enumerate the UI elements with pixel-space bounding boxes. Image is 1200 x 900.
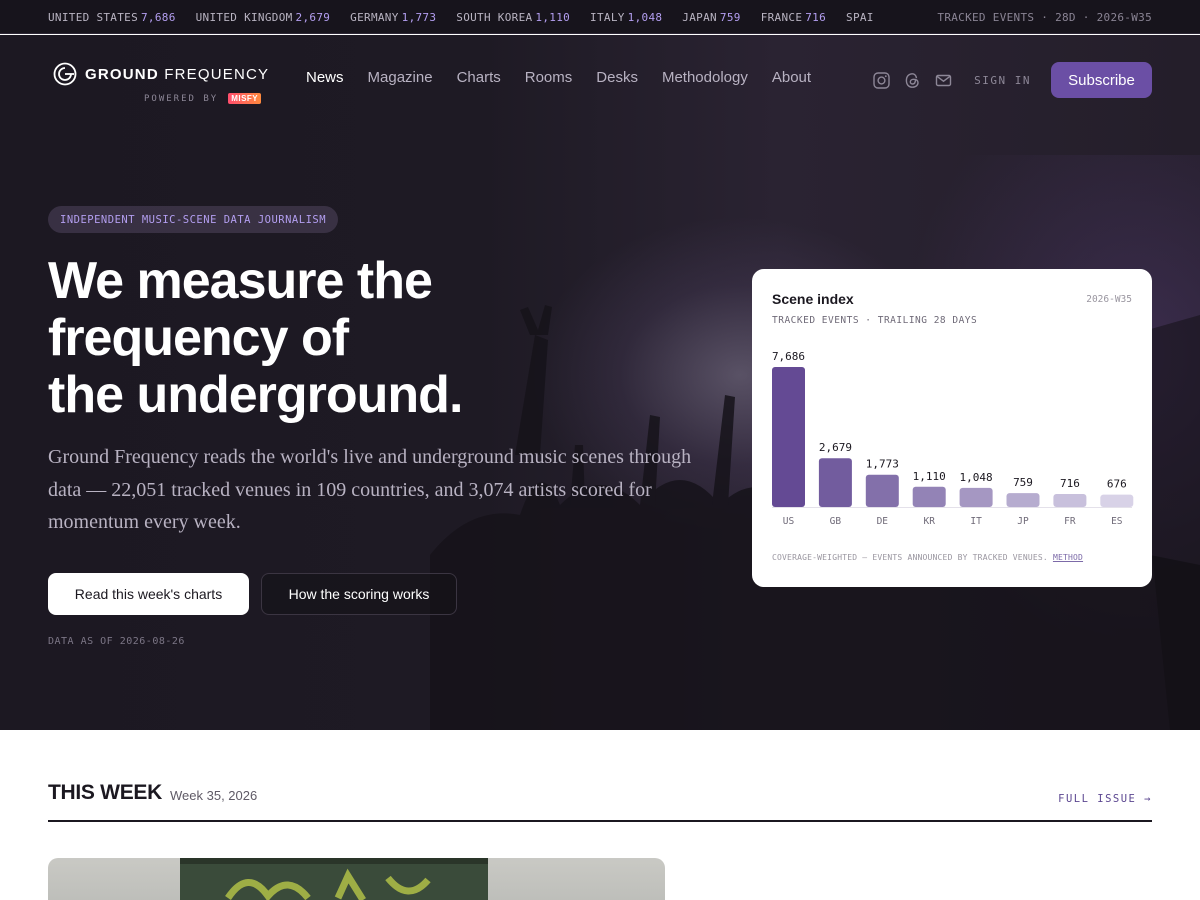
nav-item-about[interactable]: About	[772, 69, 811, 91]
brand-name-light: FREQUENCY	[158, 65, 270, 83]
section-title: THIS WEEK	[48, 781, 162, 804]
powered-by: POWERED BY MISFY	[144, 93, 269, 104]
chart-bar-us[interactable]	[772, 367, 805, 507]
hero-lede: Ground Frequency reads the world's live …	[48, 446, 692, 533]
mail-icon[interactable]	[934, 71, 952, 89]
ticker-bar: UNITED STATES 7,686 UNITED KINGDOM 2,679 GER…	[0, 0, 1200, 34]
chart-bar-kr[interactable]	[912, 486, 946, 507]
brand-name-bold: GROUND	[85, 65, 159, 83]
sign-in-link[interactable]: SIGN IN	[974, 74, 1031, 87]
chart-bar-it[interactable]	[959, 487, 993, 507]
ticker-item: UNITED KINGDOM 2,679	[196, 11, 331, 24]
nav-item-desks[interactable]: Desks	[596, 69, 638, 91]
ticker-value: 1,048	[627, 10, 663, 24]
chart-value-label: 1,110	[913, 470, 946, 483]
ticker-value: 7,686	[141, 10, 176, 24]
chart-value-label: 1,773	[866, 458, 899, 471]
ticker-country: SPAI	[846, 10, 874, 24]
hero-cta-row: Read this week's charts How the scoring …	[48, 573, 457, 615]
card-footnote: COVERAGE-WEIGHTED — EVENTS ANNOUNCED BY …	[772, 553, 1083, 562]
chart-value-label: 716	[1060, 477, 1080, 490]
ticker-meta: TRACKED EVENTS · 28D · 2026-W35	[937, 10, 1152, 24]
hero-section: GROUND FREQUENCY POWERED BY MISFY News M…	[0, 35, 1200, 730]
instagram-icon[interactable]	[872, 71, 890, 89]
ticker-value: 2,679	[295, 10, 331, 24]
chart-bar-gb[interactable]	[818, 458, 852, 507]
scene-index-chart: 7,686 US 2,679 GB 1,773 DE 1,110 KR 1,048 IT 759 JP…	[772, 350, 1134, 527]
chart-category-label: IT	[970, 516, 982, 527]
headline-line: frequency of	[48, 309, 349, 367]
chart-bar-de[interactable]	[865, 474, 899, 507]
threads-icon[interactable]	[903, 71, 921, 89]
nav-item-charts[interactable]: Charts	[457, 69, 501, 91]
headline-line: We measure the	[48, 252, 433, 310]
chart-category-label: GB	[830, 516, 842, 527]
chart-bar-es[interactable]	[1100, 494, 1134, 507]
ticker-country: FRANCE	[760, 10, 803, 24]
nav-item-rooms[interactable]: Rooms	[525, 69, 573, 91]
card-subtitle: TRACKED EVENTS · TRAILING 28 DAYS	[772, 315, 978, 326]
ticker-item: UNITED STATES 7,686	[48, 11, 176, 24]
brand-logo-icon	[53, 62, 77, 86]
ticker-track: UNITED STATES 7,686 UNITED KINGDOM 2,679 GER…	[48, 0, 912, 34]
hero-eyebrow-badge: INDEPENDENT MUSIC-SCENE DATA JOURNALISM	[48, 206, 339, 233]
chart-value-label: 7,686	[772, 350, 805, 363]
chart-category-label: DE	[877, 516, 889, 527]
card-title: Scene index	[772, 291, 854, 307]
chart-value-label: 2,679	[819, 441, 852, 454]
this-week-section: THIS WEEK Week 35, 2026 FULL ISSUE →	[48, 730, 1152, 900]
scene-index-card: Scene index 2026-W35 TRACKED EVENTS · TR…	[752, 269, 1152, 587]
read-charts-button[interactable]: Read this week's charts	[48, 573, 249, 615]
ticker-item: JAPAN 759	[682, 11, 740, 24]
feature-image-graphic	[180, 858, 488, 900]
scoring-method-button[interactable]: How the scoring works	[261, 573, 457, 615]
full-issue-link[interactable]: FULL ISSUE →	[1058, 793, 1152, 805]
ticker-country: SOUTH KOREA	[456, 10, 533, 24]
ticker-item: GERMANY 1,773	[350, 11, 436, 24]
ticker-country: ITALY	[590, 10, 625, 24]
chart-category-label: ES	[1111, 516, 1123, 527]
ticker-item: ITALY 1,048	[590, 11, 662, 24]
partner-badge[interactable]: MISFY	[228, 93, 262, 104]
chart-category-label: FR	[1064, 516, 1076, 527]
nav-item-news[interactable]: News	[306, 69, 344, 91]
method-link[interactable]: METHOD	[1053, 553, 1083, 562]
ticker-value: 759	[719, 10, 741, 24]
card-footnote-text: COVERAGE-WEIGHTED — EVENTS ANNOUNCED BY …	[772, 553, 1048, 562]
data-as-of: DATA AS OF 2026-08-26	[48, 636, 185, 647]
section-divider	[48, 820, 1152, 822]
chart-category-label: JP	[1017, 516, 1029, 527]
ticker-country: UNITED STATES	[48, 10, 138, 24]
headline-line: the underground.	[48, 366, 463, 424]
chart-category-label: KR	[923, 516, 935, 527]
subscribe-button[interactable]: Subscribe	[1051, 62, 1152, 98]
feature-story-image[interactable]	[48, 858, 665, 900]
ticker-item: SOUTH KOREA 1,110	[456, 11, 570, 24]
powered-by-label: POWERED BY	[144, 93, 219, 104]
chart-value-label: 759	[1013, 476, 1033, 489]
ticker-country: GERMANY	[350, 10, 399, 24]
nav-item-magazine[interactable]: Magazine	[368, 69, 433, 91]
ticker-country: JAPAN	[682, 10, 717, 24]
chart-category-label: US	[783, 516, 795, 527]
section-subtitle: Week 35, 2026	[170, 788, 258, 803]
chart-value-label: 676	[1107, 478, 1127, 491]
ticker-country: UNITED KINGDOM	[195, 10, 293, 24]
chart-bar-fr[interactable]	[1053, 493, 1087, 507]
hero-headline: We measure the frequency of the undergro…	[48, 253, 608, 424]
nav-item-methodology[interactable]: Methodology	[662, 69, 748, 91]
ticker-value: 716	[805, 10, 827, 24]
ticker-value: 1,110	[535, 10, 571, 24]
card-week: 2026-W35	[1086, 294, 1132, 305]
ticker-value: 1,773	[401, 10, 437, 24]
ticker-item: SPAI	[846, 11, 874, 24]
chart-value-label: 1,048	[960, 471, 993, 484]
chart-bar-jp[interactable]	[1006, 493, 1040, 507]
brand-name: GROUND FREQUENCY	[85, 66, 269, 83]
brand-row: GROUND FREQUENCY	[52, 61, 269, 87]
ticker-item: FRANCE 716	[761, 11, 826, 24]
header-actions: SIGN IN Subscribe	[872, 62, 1152, 98]
main-nav: News Magazine Charts Rooms Desks Methodo…	[306, 69, 835, 91]
brand[interactable]: GROUND FREQUENCY POWERED BY MISFY	[52, 61, 269, 104]
